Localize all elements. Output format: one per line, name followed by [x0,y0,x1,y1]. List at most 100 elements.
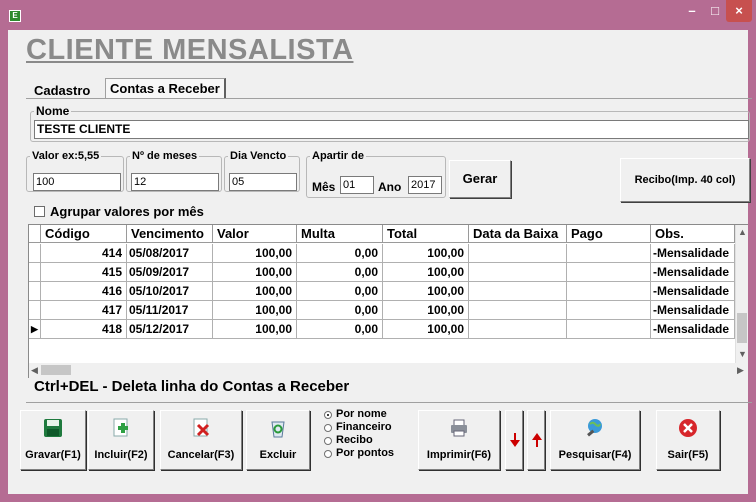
pesquisar-button[interactable]: Pesquisar(F4) [550,410,640,470]
cell-codigo[interactable]: 416 [41,282,127,301]
radio-por-pontos[interactable]: Por pontos [322,447,412,460]
toolbar-separator [26,402,752,403]
cell-total[interactable]: 100,00 [383,263,469,282]
col-total[interactable]: Total [383,225,469,243]
cell-vencimento[interactable]: 05/08/2017 [127,244,213,263]
cell-total[interactable]: 100,00 [383,301,469,320]
cell-codigo[interactable]: 417 [41,301,127,320]
cell-codigo[interactable]: 418 [41,320,127,339]
cell-pago[interactable] [567,244,651,263]
cell-vencimento[interactable]: 05/09/2017 [127,263,213,282]
cell-multa[interactable]: 0,00 [297,282,383,301]
cell-pago[interactable] [567,263,651,282]
cell-obs[interactable]: -Mensalidade [651,244,735,263]
radio-icon [324,437,332,445]
cell-pago[interactable] [567,282,651,301]
cell-vencimento[interactable]: 05/10/2017 [127,282,213,301]
cell-vencimento[interactable]: 05/11/2017 [127,301,213,320]
recibo-button[interactable]: Recibo(Imp. 40 col) [620,158,750,202]
row-indicator[interactable] [29,301,41,320]
radio-por-nome[interactable]: Por nome [322,408,412,421]
cell-obs[interactable]: -Mensalidade [651,301,735,320]
cell-valor[interactable]: 100,00 [213,263,297,282]
cell-data-baixa[interactable] [469,282,567,301]
col-vencimento[interactable]: Vencimento [127,225,213,243]
col-obs[interactable]: Obs. [651,225,735,243]
dia-vencto-input[interactable]: 05 [229,173,297,191]
imprimir-button[interactable]: Imprimir(F6) [418,410,500,470]
mes-input[interactable]: 01 [340,176,374,194]
row-indicator[interactable] [29,282,41,301]
cancelar-label: Cancelar(F3) [167,449,235,461]
horizontal-scroll-thumb[interactable] [41,365,71,375]
maximize-button[interactable]: □ [704,0,726,22]
scroll-up-icon[interactable]: ▲ [738,227,747,237]
cell-codigo[interactable]: 414 [41,244,127,263]
cell-multa[interactable]: 0,00 [297,320,383,339]
cell-obs[interactable]: -Mensalidade [651,282,735,301]
scroll-right-icon[interactable]: ▶ [737,365,744,376]
valor-input[interactable]: 100 [33,173,121,191]
radio-label: Recibo [336,434,373,446]
col-data-baixa[interactable]: Data da Baixa [469,225,567,243]
cancelar-button[interactable]: Cancelar(F3) [160,410,242,470]
cell-valor[interactable]: 100,00 [213,301,297,320]
radio-icon [324,424,332,432]
ano-input[interactable]: 2017 [408,176,442,194]
current-row-indicator-icon[interactable]: ▶ [29,320,41,339]
grid-horizontal-scrollbar[interactable]: ◀ ▶ [29,363,748,378]
grid-vertical-scrollbar[interactable]: ▲ ▼ [735,225,748,363]
col-codigo[interactable]: Código [41,225,127,243]
col-valor[interactable]: Valor [213,225,297,243]
valor-label: Valor ex:5,55 [32,150,100,162]
cell-codigo[interactable]: 415 [41,263,127,282]
cell-data-baixa[interactable] [469,320,567,339]
cell-data-baixa[interactable] [469,244,567,263]
row-indicator[interactable] [29,263,41,282]
gerar-button[interactable]: Gerar [449,160,511,198]
move-down-button[interactable] [505,410,523,470]
cell-total[interactable]: 100,00 [383,244,469,263]
agrupar-label: Agrupar valores por mês [50,204,204,219]
imprimir-label: Imprimir(F6) [426,449,492,461]
printer-icon [451,419,467,437]
agrupar-checkbox[interactable] [34,206,45,217]
row-indicator[interactable] [29,244,41,263]
nome-input[interactable]: TESTE CLIENTE [34,120,749,139]
sair-button[interactable]: Sair(F5) [656,410,720,470]
cell-multa[interactable]: 0,00 [297,301,383,320]
save-icon [44,419,62,437]
minimize-button[interactable]: – [680,0,704,22]
pesquisar-label: Pesquisar(F4) [558,449,632,461]
cell-data-baixa[interactable] [469,263,567,282]
scroll-down-icon[interactable]: ▼ [738,349,747,359]
incluir-button[interactable]: Incluir(F2) [88,410,154,470]
cell-pago[interactable] [567,320,651,339]
cell-valor[interactable]: 100,00 [213,282,297,301]
cell-pago[interactable] [567,301,651,320]
cell-valor[interactable]: 100,00 [213,244,297,263]
col-multa[interactable]: Multa [297,225,383,243]
contas-grid[interactable]: Código Vencimento Valor Multa Total Data… [28,224,748,378]
cell-multa[interactable]: 0,00 [297,263,383,282]
meses-input[interactable]: 12 [131,173,219,191]
move-up-button[interactable] [527,410,545,470]
cell-obs[interactable]: -Mensalidade [651,320,735,339]
cell-total[interactable]: 100,00 [383,320,469,339]
cell-multa[interactable]: 0,00 [297,244,383,263]
col-pago[interactable]: Pago [567,225,651,243]
scroll-left-icon[interactable]: ◀ [31,365,38,376]
excluir-button[interactable]: Excluir [246,410,310,470]
cell-vencimento[interactable]: 05/12/2017 [127,320,213,339]
close-button[interactable]: × [726,0,752,22]
cell-obs[interactable]: -Mensalidade [651,263,735,282]
tab-contas-a-receber[interactable]: Contas a Receber [105,78,226,98]
vertical-scroll-thumb[interactable] [737,313,747,343]
gravar-button[interactable]: Gravar(F1) [20,410,86,470]
cell-valor[interactable]: 100,00 [213,320,297,339]
radio-icon [324,450,332,458]
cell-data-baixa[interactable] [469,301,567,320]
radio-recibo[interactable]: Recibo [322,434,412,447]
radio-financeiro[interactable]: Financeiro [322,421,412,434]
cell-total[interactable]: 100,00 [383,282,469,301]
